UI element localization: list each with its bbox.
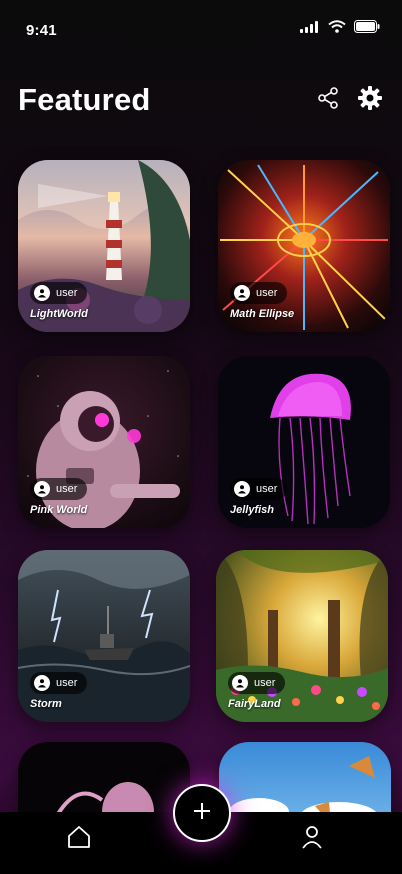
user-badge: user bbox=[30, 282, 88, 304]
card-title: FairyLand bbox=[228, 698, 281, 710]
user-label: user bbox=[256, 287, 278, 299]
card-title: LightWorld bbox=[30, 308, 88, 320]
user-badge: user bbox=[230, 478, 288, 500]
user-avatar-icon bbox=[34, 481, 50, 497]
user-avatar-icon bbox=[234, 481, 250, 497]
wifi-icon bbox=[328, 20, 346, 38]
settings-button[interactable] bbox=[356, 85, 384, 116]
card-meta: user Jellyfish bbox=[230, 478, 288, 516]
card-title: Storm bbox=[30, 698, 62, 710]
user-badge: user bbox=[30, 672, 88, 694]
cellular-signal-icon bbox=[300, 20, 320, 38]
user-label: user bbox=[256, 483, 278, 495]
share-icon bbox=[317, 86, 339, 114]
user-label: user bbox=[56, 677, 78, 689]
tab-home[interactable] bbox=[66, 824, 94, 854]
add-button[interactable] bbox=[173, 784, 231, 842]
profile-icon bbox=[300, 826, 324, 854]
user-avatar-icon bbox=[232, 675, 248, 691]
card-meta: user LightWorld bbox=[30, 282, 88, 320]
card-meta: user FairyLand bbox=[228, 672, 286, 710]
card-fairyland[interactable]: user FairyLand bbox=[216, 550, 388, 722]
home-icon bbox=[66, 826, 92, 854]
card-meta: user Math Ellipse bbox=[230, 282, 294, 320]
card-title: Jellyfish bbox=[230, 504, 275, 516]
card-meta: user Pink World bbox=[30, 478, 88, 516]
settings-gear-icon bbox=[357, 85, 383, 116]
user-badge: user bbox=[30, 478, 88, 500]
add-icon bbox=[192, 801, 212, 826]
user-avatar-icon bbox=[34, 675, 50, 691]
user-badge: user bbox=[230, 282, 288, 304]
card-lightworld[interactable]: user LightWorld bbox=[18, 160, 190, 332]
user-badge: user bbox=[228, 672, 286, 694]
card-jellyfish[interactable]: user Jellyfish bbox=[218, 356, 390, 528]
page-title: Featured bbox=[18, 82, 151, 117]
card-meta: user Storm bbox=[30, 672, 88, 710]
user-label: user bbox=[254, 677, 276, 689]
card-title: Math Ellipse bbox=[230, 308, 295, 320]
user-label: user bbox=[56, 287, 78, 299]
user-avatar-icon bbox=[234, 285, 250, 301]
bottom-tab-bar bbox=[0, 784, 402, 874]
tab-profile[interactable] bbox=[300, 824, 326, 854]
header-actions bbox=[314, 85, 384, 116]
status-time: 9:41 bbox=[26, 22, 57, 39]
user-avatar-icon bbox=[34, 285, 50, 301]
card-math-ellipse[interactable]: user Math Ellipse bbox=[218, 160, 390, 332]
card-title: Pink World bbox=[30, 504, 88, 516]
card-storm[interactable]: user Storm bbox=[18, 550, 190, 722]
status-icons bbox=[300, 20, 380, 38]
card-pink-world[interactable]: user Pink World bbox=[18, 356, 190, 528]
battery-icon bbox=[354, 20, 380, 38]
share-button[interactable] bbox=[314, 86, 342, 114]
user-label: user bbox=[56, 483, 78, 495]
status-bar: 9:41 bbox=[0, 0, 402, 56]
